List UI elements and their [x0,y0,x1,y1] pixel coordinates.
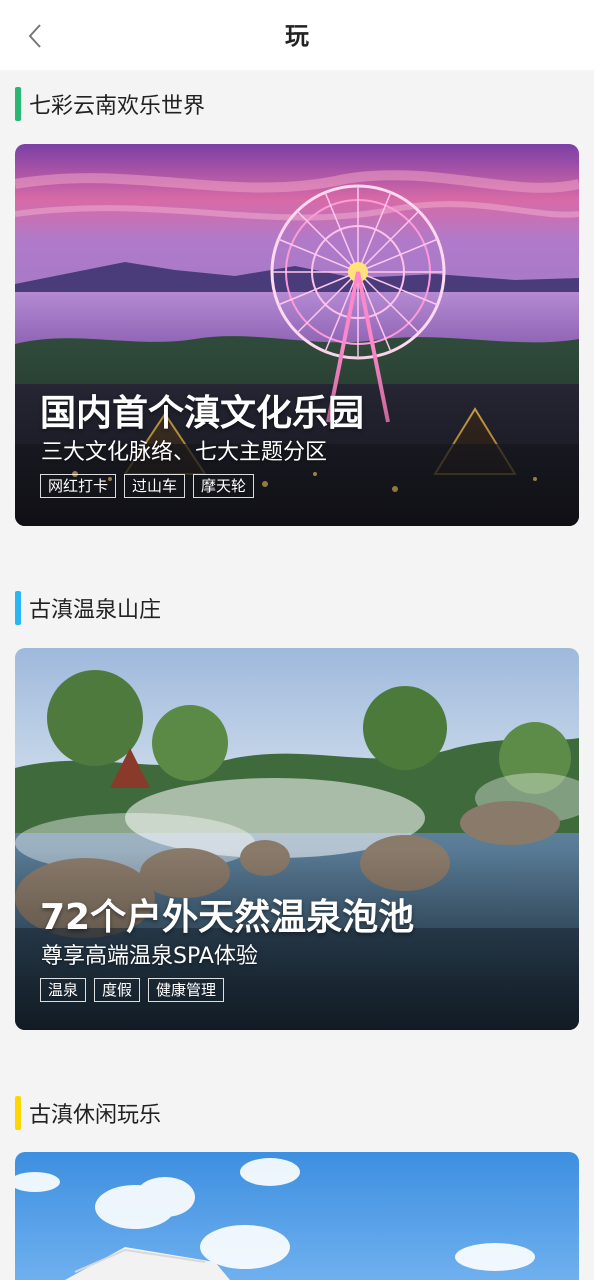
tag-item: 摩天轮 [193,474,255,498]
tag-item: 度假 [94,978,141,1002]
tag-item: 网红打卡 [40,474,117,498]
page-title: 玩 [285,22,309,50]
card-subline: 尊享高端温泉SPA体验 [41,944,258,969]
section-accent-bar [15,1096,21,1130]
tag-item: 温泉 [40,978,87,1002]
tag-item: 健康管理 [148,978,225,1002]
section-title-text: 古滇休闲玩乐 [29,1103,162,1128]
section-title-hot-spring: 古滇温泉山庄 [15,591,161,625]
section-title-huanle-world: 七彩云南欢乐世界 [15,87,205,121]
section-accent-bar [15,87,21,121]
top-nav-bar: 玩 [0,0,594,70]
tag-list: 温泉 度假 健康管理 [40,978,225,1002]
card-leisure[interactable] [15,1152,579,1280]
leisure-sky-image [15,1152,579,1280]
section-title-text: 七彩云南欢乐世界 [29,94,206,119]
section-accent-bar [15,591,21,625]
card-huanle-world[interactable]: 国内首个滇文化乐园 三大文化脉络、七大主题分区 网红打卡 过山车 摩天轮 [15,144,579,526]
tag-item: 过山车 [124,474,186,498]
card-headline: 国内首个滇文化乐园 [40,393,365,434]
card-hot-spring[interactable]: 72个户外天然温泉泡池 尊享高端温泉SPA体验 温泉 度假 健康管理 [15,648,579,1030]
tag-list: 网红打卡 过山车 摩天轮 [40,474,255,498]
section-title-text: 古滇温泉山庄 [29,598,162,623]
card-subline: 三大文化脉络、七大主题分区 [41,440,328,465]
card-headline: 72个户外天然温泉泡池 [40,897,415,938]
section-title-leisure: 古滇休闲玩乐 [15,1096,161,1130]
